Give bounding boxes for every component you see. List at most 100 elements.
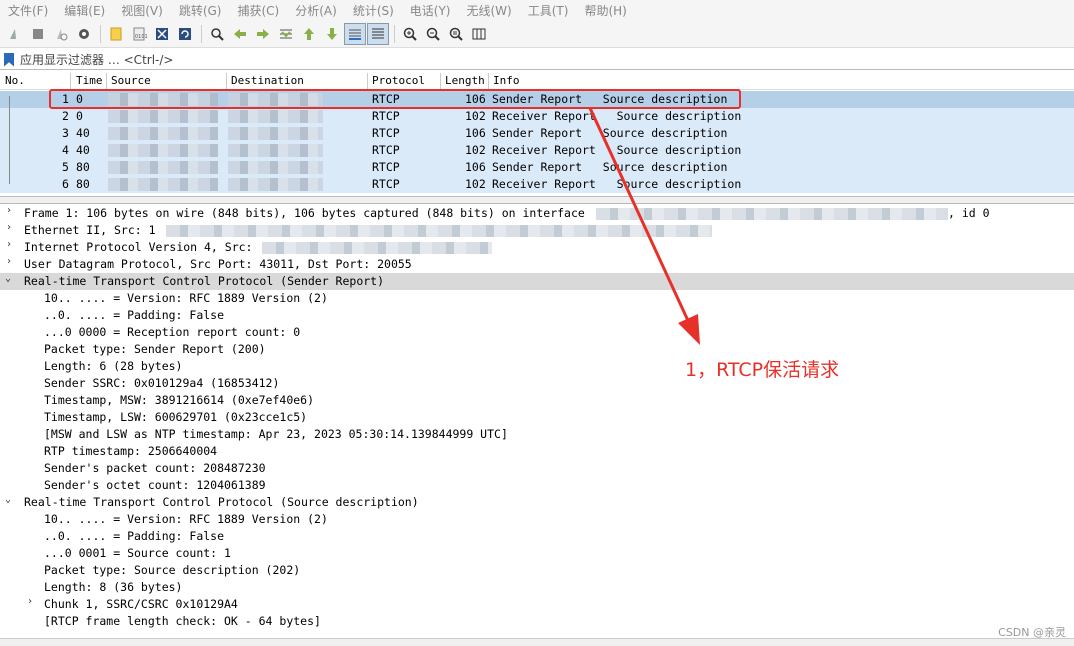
packet-time: 40 (76, 143, 90, 157)
resize-columns-icon[interactable] (468, 23, 490, 45)
column-divider[interactable] (367, 73, 368, 89)
detail-rtcp-sr[interactable]: ⌄ Real-time Transport Control Protocol (… (0, 273, 1074, 290)
packet-row[interactable]: 5 80 RTCP 106 Sender Report Source descr… (0, 159, 1074, 176)
menu-help[interactable]: 帮助(H) (584, 2, 626, 19)
column-time[interactable]: Time (76, 74, 103, 87)
bookmark-icon[interactable] (4, 52, 14, 67)
packet-no: 6 (62, 177, 69, 191)
menu-wireless[interactable]: 无线(W) (467, 2, 512, 19)
redacted-source (108, 161, 218, 174)
packet-row[interactable]: 6 80 RTCP 102 Receiver Report Source des… (0, 176, 1074, 193)
column-protocol[interactable]: Protocol (372, 74, 425, 87)
column-divider[interactable] (226, 73, 227, 89)
detail-field[interactable]: Length: 6 (28 bytes) (0, 358, 1074, 375)
column-no[interactable]: No. (5, 74, 25, 87)
menu-statistics[interactable]: 统计(S) (353, 2, 394, 19)
detail-ip[interactable]: › Internet Protocol Version 4, Src: (0, 239, 1074, 256)
restart-icon[interactable] (50, 23, 72, 45)
autoscroll-icon[interactable] (344, 22, 366, 45)
expand-arrow-icon[interactable]: › (27, 596, 39, 607)
detail-field[interactable]: 10.. .... = Version: RFC 1889 Version (2… (0, 290, 1074, 307)
expand-arrow-icon[interactable]: › (6, 205, 18, 216)
menu-telephony[interactable]: 电话(Y) (410, 2, 451, 19)
column-source[interactable]: Source (111, 74, 151, 87)
detail-field[interactable]: ...0 0000 = Reception report count: 0 (0, 324, 1074, 341)
column-destination[interactable]: Destination (231, 74, 304, 87)
expand-arrow-icon[interactable]: › (6, 256, 18, 267)
detail-field[interactable]: Timestamp, LSW: 600629701 (0x23cce1c5) (0, 409, 1074, 426)
field-text: Length: 6 (28 bytes) (44, 359, 183, 373)
menu-tools[interactable]: 工具(T) (528, 2, 569, 19)
reload-icon[interactable] (174, 23, 196, 45)
packet-time: 80 (76, 160, 90, 174)
column-info[interactable]: Info (493, 74, 520, 87)
pane-splitter[interactable] (0, 196, 1074, 204)
column-divider[interactable] (106, 73, 107, 89)
display-filter-input[interactable] (20, 52, 420, 67)
detail-field[interactable]: [RTCP frame length check: OK - 64 bytes] (0, 613, 1074, 630)
menu-go[interactable]: 跳转(G) (179, 2, 222, 19)
column-divider[interactable] (488, 73, 489, 89)
collapse-arrow-icon[interactable]: ⌄ (5, 273, 17, 284)
detail-field[interactable]: ..0. .... = Padding: False (0, 307, 1074, 324)
column-divider[interactable] (440, 73, 441, 89)
packet-info: Sender Report Source description (492, 126, 728, 140)
detail-rtcp-sd[interactable]: ⌄ Real-time Transport Control Protocol (… (0, 494, 1074, 511)
go-to-packet-icon[interactable] (275, 23, 297, 45)
field-text: ..0. .... = Padding: False (44, 308, 225, 322)
zoom-out-icon[interactable] (422, 23, 444, 45)
packet-row[interactable]: 2 0 RTCP 102 Receiver Report Source desc… (0, 108, 1074, 125)
menu-analyze[interactable]: 分析(A) (295, 2, 337, 19)
detail-field[interactable]: Sender's octet count: 1204061389 (0, 477, 1074, 494)
detail-field[interactable]: Timestamp, MSW: 3891216614 (0xe7ef40e6) (0, 392, 1074, 409)
save-file-icon[interactable]: 0101 (128, 23, 150, 45)
detail-frame[interactable]: › Frame 1: 106 bytes on wire (848 bits),… (0, 205, 1074, 222)
field-text: Packet type: Sender Report (200) (44, 342, 266, 356)
collapse-arrow-icon[interactable]: ⌄ (5, 494, 17, 505)
go-forward-icon[interactable] (252, 23, 274, 45)
options-gear-icon[interactable] (73, 23, 95, 45)
detail-field[interactable]: 10.. .... = Version: RFC 1889 Version (2… (0, 511, 1074, 528)
zoom-in-icon[interactable] (399, 23, 421, 45)
go-first-icon[interactable] (298, 23, 320, 45)
menu-file[interactable]: 文件(F) (8, 2, 48, 19)
detail-field[interactable]: [MSW and LSW as NTP timestamp: Apr 23, 2… (0, 426, 1074, 443)
column-length[interactable]: Length (445, 74, 485, 87)
packet-protocol: RTCP (372, 109, 400, 123)
colorize-icon[interactable] (367, 22, 389, 45)
go-last-icon[interactable] (321, 23, 343, 45)
zoom-normal-icon[interactable] (445, 23, 467, 45)
detail-field[interactable]: ..0. .... = Padding: False (0, 528, 1074, 545)
detail-field[interactable]: Packet type: Sender Report (200) (0, 341, 1074, 358)
detail-field[interactable]: RTP timestamp: 2506640004 (0, 443, 1074, 460)
packet-row[interactable]: 3 40 RTCP 106 Sender Report Source descr… (0, 125, 1074, 142)
detail-field[interactable]: Sender SSRC: 0x010129a4 (16853412) (0, 375, 1074, 392)
detail-chunk[interactable]: › Chunk 1, SSRC/CSRC 0x10129A4 (0, 596, 1074, 613)
expand-arrow-icon[interactable]: › (6, 239, 18, 250)
detail-field[interactable]: Sender's packet count: 208487230 (0, 460, 1074, 477)
shark-fin-start-icon[interactable] (4, 23, 26, 45)
packet-row[interactable]: 4 40 RTCP 102 Receiver Report Source des… (0, 142, 1074, 159)
go-back-icon[interactable] (229, 23, 251, 45)
menu-view[interactable]: 视图(V) (121, 2, 163, 19)
expand-arrow-icon[interactable]: › (6, 222, 18, 233)
menu-capture[interactable]: 捕获(C) (237, 2, 279, 19)
detail-ethernet[interactable]: › Ethernet II, Src: 1 (0, 222, 1074, 239)
column-divider[interactable] (70, 73, 71, 89)
redacted-interface (596, 208, 948, 220)
find-icon[interactable] (206, 23, 228, 45)
menu-edit[interactable]: 编辑(E) (64, 2, 105, 19)
detail-field[interactable]: Packet type: Source description (202) (0, 562, 1074, 579)
packet-protocol: RTCP (372, 126, 400, 140)
packet-details: › Frame 1: 106 bytes on wire (848 bits),… (0, 205, 1074, 635)
detail-frame-suffix: , id 0 (948, 206, 990, 220)
detail-field[interactable]: ...0 0001 = Source count: 1 (0, 545, 1074, 562)
redacted-source (108, 178, 218, 191)
detail-udp-text: User Datagram Protocol, Src Port: 43011,… (24, 257, 412, 271)
open-file-icon[interactable] (105, 23, 127, 45)
detail-udp[interactable]: › User Datagram Protocol, Src Port: 4301… (0, 256, 1074, 273)
stop-icon[interactable] (27, 23, 49, 45)
close-file-icon[interactable] (151, 23, 173, 45)
detail-field[interactable]: Length: 8 (36 bytes) (0, 579, 1074, 596)
bytes-pane-splitter[interactable] (0, 638, 1074, 646)
